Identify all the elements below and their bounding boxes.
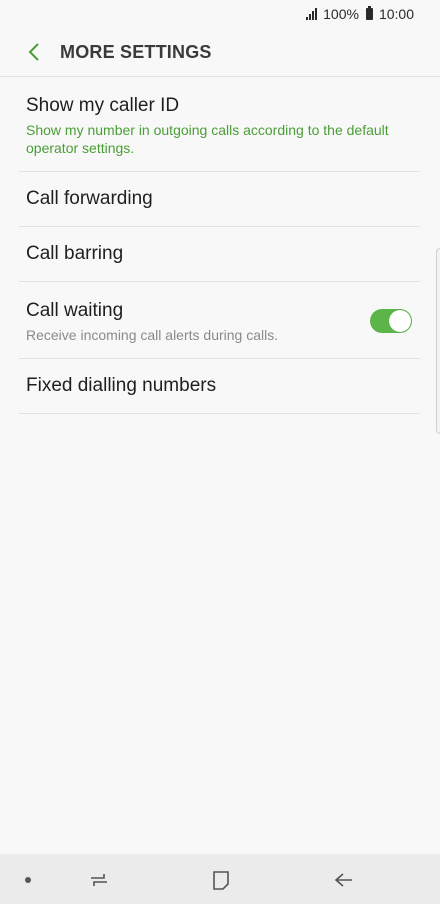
setting-show-caller-id[interactable]: Show my caller ID Show my number in outg… (19, 77, 420, 172)
clock: 10:00 (378, 6, 414, 22)
setting-call-barring[interactable]: Call barring (19, 227, 420, 282)
setting-subtitle: Show my number in outgoing calls accordi… (26, 122, 389, 156)
setting-call-forwarding[interactable]: Call forwarding (19, 172, 420, 227)
setting-title: Show my caller ID (26, 95, 180, 116)
setting-subtitle: Receive incoming call alerts during call… (26, 327, 279, 343)
settings-list: Show my caller ID Show my number in outg… (19, 77, 420, 414)
dot-icon[interactable] (20, 872, 36, 888)
setting-fixed-dialling-numbers[interactable]: Fixed dialling numbers (19, 359, 420, 414)
setting-call-waiting[interactable]: Call waiting Receive incoming call alert… (19, 282, 420, 359)
navigation-bar (0, 854, 440, 904)
scroll-indicator (436, 248, 440, 434)
setting-title: Call barring (26, 243, 124, 264)
battery-icon (365, 6, 373, 20)
back-icon[interactable] (14, 32, 54, 72)
toggle-knob (389, 310, 411, 332)
call-waiting-toggle[interactable] (370, 309, 412, 333)
recent-apps-icon[interactable] (86, 867, 112, 893)
app-header: MORE SETTINGS (0, 28, 440, 77)
back-arrow-icon[interactable] (330, 867, 358, 893)
page-title: MORE SETTINGS (60, 41, 212, 62)
setting-title: Fixed dialling numbers (26, 375, 217, 396)
status-bar: 100% 10:00 (0, 0, 440, 28)
setting-title: Call forwarding (26, 188, 153, 209)
signal-icon (306, 8, 318, 20)
home-icon[interactable] (207, 866, 235, 894)
battery-percent: 100% (323, 6, 359, 22)
setting-title: Call waiting (26, 300, 124, 321)
